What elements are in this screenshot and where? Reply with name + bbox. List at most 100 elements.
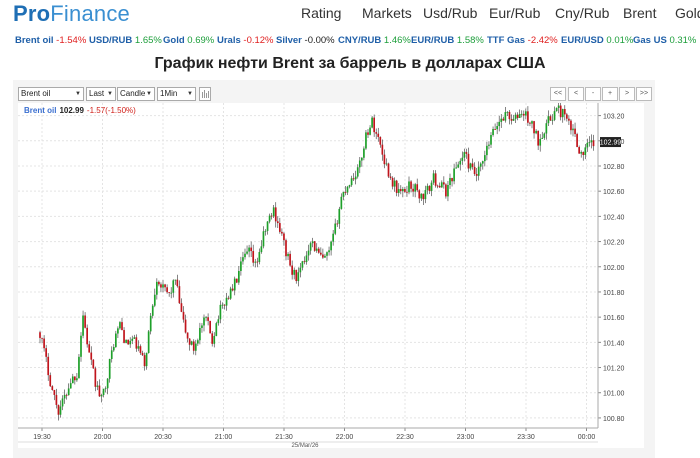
candle-body bbox=[174, 279, 177, 281]
candle-body bbox=[539, 138, 542, 146]
nav-gold[interactable]: Gold bbox=[675, 5, 700, 21]
candle-body bbox=[102, 388, 105, 396]
candle-body bbox=[463, 152, 466, 158]
nav-cny-rub[interactable]: Cny/Rub bbox=[555, 5, 609, 21]
y-tick-label: 100.80 bbox=[603, 416, 625, 423]
candle-body bbox=[377, 133, 380, 137]
candle-body bbox=[227, 297, 230, 299]
ticker-item[interactable]: Brent oil -1.54% bbox=[15, 35, 86, 46]
legend-price: 102.99 bbox=[59, 106, 84, 115]
candle-body bbox=[477, 166, 480, 176]
candle-body bbox=[223, 304, 226, 306]
candle-body bbox=[461, 157, 464, 161]
candle-body bbox=[426, 185, 429, 191]
candle-body bbox=[188, 338, 191, 345]
ticker-item[interactable]: USD/RUB 1.65% bbox=[89, 35, 162, 46]
scroll-last-button[interactable]: >> bbox=[636, 87, 652, 101]
candle-body bbox=[100, 395, 103, 397]
x-tick-label: 22:30 bbox=[396, 434, 414, 441]
candle-body bbox=[162, 284, 164, 288]
interval-select[interactable]: 1Min ▼ bbox=[157, 87, 196, 101]
chart-legend: Brent oil 102.99 -1.57(-1.50%) bbox=[24, 106, 136, 115]
scroll-left-button[interactable]: < bbox=[568, 87, 584, 101]
candle-body bbox=[381, 144, 384, 155]
candle-body bbox=[361, 157, 363, 161]
candle-body bbox=[479, 163, 482, 167]
nav-eur-rub[interactable]: Eur/Rub bbox=[489, 5, 540, 21]
scroll-right-button[interactable]: > bbox=[619, 87, 635, 101]
ticker-item[interactable]: Urals -0.12% bbox=[217, 35, 274, 46]
candle-body bbox=[445, 184, 447, 197]
candle-body bbox=[207, 317, 209, 321]
price-type-select[interactable]: Last ▼ bbox=[86, 87, 116, 101]
ticker-item[interactable]: CNY/RUB 1.46% bbox=[338, 35, 411, 46]
candle-body bbox=[527, 111, 529, 123]
candle-body bbox=[84, 315, 86, 328]
chart-type-select[interactable]: Candle ▼ bbox=[117, 87, 155, 101]
ticker-item[interactable]: TTF Gas -2.42% bbox=[487, 35, 558, 46]
bar-chart-button[interactable] bbox=[199, 87, 211, 101]
candle-body bbox=[205, 317, 207, 319]
y-tick-label: 102.60 bbox=[603, 189, 625, 196]
ticker-item[interactable]: EUR/RUB 1.58% bbox=[411, 35, 484, 46]
candle-body bbox=[225, 297, 228, 306]
logo[interactable]: ProFinance bbox=[13, 1, 130, 27]
candle-body bbox=[86, 327, 88, 345]
candle-body bbox=[110, 350, 113, 359]
candle-body bbox=[336, 223, 339, 225]
candle-body bbox=[506, 111, 509, 113]
candle-body bbox=[92, 359, 95, 369]
candle-body bbox=[375, 132, 378, 134]
candle-body bbox=[199, 327, 201, 341]
bar-chart-icon bbox=[202, 90, 209, 98]
candle-body bbox=[201, 325, 203, 328]
ticker-item[interactable]: Gold 0.69% bbox=[163, 35, 214, 46]
zoom-out-button[interactable]: - bbox=[585, 87, 601, 101]
candle-body bbox=[504, 112, 507, 121]
ticker-strip: Brent oil -1.54% USD/RUB 1.65% Gold 0.69… bbox=[0, 33, 700, 49]
candle-body bbox=[490, 135, 492, 145]
x-tick-label: 20:30 bbox=[154, 434, 172, 441]
candle-body bbox=[402, 189, 404, 192]
candle-body bbox=[422, 193, 425, 200]
candle-body bbox=[430, 182, 433, 192]
y-tick-label: 101.60 bbox=[603, 315, 625, 322]
nav-markets[interactable]: Markets bbox=[362, 5, 412, 21]
candle-body bbox=[108, 358, 111, 379]
candle-body bbox=[365, 132, 367, 149]
candle-body bbox=[235, 278, 238, 283]
candlestick-chart[interactable]: 100.80 101.00 101.20 101.40 101.60 101.80 102.… bbox=[18, 101, 644, 449]
nav-brent[interactable]: Brent bbox=[623, 5, 656, 21]
candle-body bbox=[311, 241, 314, 244]
candle-body bbox=[252, 251, 255, 263]
logo-pro: Pro bbox=[13, 1, 51, 26]
nav-rating[interactable]: Rating bbox=[301, 5, 341, 21]
candle-body bbox=[106, 378, 109, 389]
candle-body bbox=[151, 305, 154, 316]
candle-body bbox=[254, 261, 257, 263]
candle-body bbox=[276, 221, 279, 224]
zoom-in-button[interactable]: + bbox=[602, 87, 618, 101]
candle-body bbox=[475, 174, 478, 176]
candle-body bbox=[256, 261, 259, 263]
chart-area[interactable]: 100.80 101.00 101.20 101.40 101.60 101.80 102.… bbox=[18, 101, 644, 449]
candle-body bbox=[215, 323, 218, 336]
candle-body bbox=[563, 109, 566, 115]
candle-body bbox=[217, 319, 220, 324]
ticker-item[interactable]: Silver -0.00% bbox=[276, 35, 335, 46]
candle-body bbox=[96, 385, 99, 387]
nav-usd-rub[interactable]: Usd/Rub bbox=[423, 5, 477, 21]
price-type-value: Last bbox=[89, 89, 105, 98]
instrument-select[interactable]: Brent oil ▼ bbox=[18, 87, 84, 101]
ticker-item[interactable]: Gas US 0.31% bbox=[633, 35, 696, 46]
x-tick-label: 21:00 bbox=[215, 434, 233, 441]
scroll-first-button[interactable]: << bbox=[550, 87, 566, 101]
candle-body bbox=[260, 246, 263, 253]
candle-body bbox=[147, 331, 150, 353]
candle-body bbox=[270, 215, 273, 217]
candle-body bbox=[432, 173, 435, 183]
candle-body bbox=[352, 178, 355, 180]
ticker-item[interactable]: EUR/USD 0.01% bbox=[561, 35, 633, 46]
candle-body bbox=[354, 176, 357, 180]
candle-body bbox=[363, 148, 365, 158]
